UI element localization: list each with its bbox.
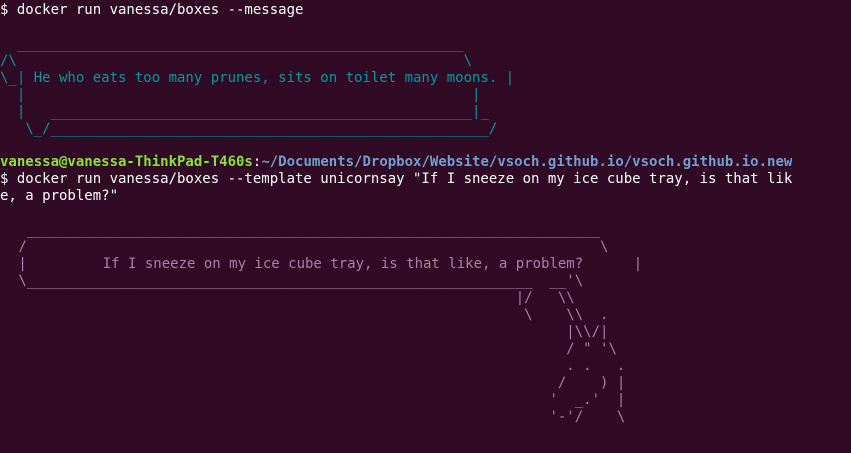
message-box-line: | | (0, 87, 481, 103)
prompt-user-host: vanessa@vanessa-ThinkPad-T460s (0, 154, 253, 170)
command-line-boxes-message: $ docker run vanessa/boxes --message (0, 2, 304, 18)
message-box-output: ________________________________________… (0, 36, 514, 138)
message-box-line: /\ \ (0, 53, 473, 69)
unicorn-box-line: '-'/ \ (10, 409, 626, 425)
message-box-line: ________________________________________… (0, 36, 464, 52)
message-box-line: | ______________________________________… (0, 104, 489, 120)
unicorn-box-line: \ \\ . (10, 307, 609, 323)
unicorn-box-line: | If I sneeze on my ice cube tray, is th… (10, 256, 643, 272)
command-line-unicornsay: $ docker run vanessa/boxes --template un… (0, 171, 793, 187)
unicorn-box-line: ________________________________________… (10, 222, 601, 238)
terminal-window[interactable]: $ docker run vanessa/boxes --message ___… (0, 0, 851, 453)
unicorn-box-line: / ) | (10, 375, 626, 391)
unicorn-box-line: \_______________________________________… (10, 273, 584, 289)
unicorn-box-line: / " '\ (10, 341, 617, 357)
unicorn-box-line: |/ \\ (10, 290, 575, 306)
unicorn-box-line: . . . (10, 358, 626, 374)
message-box-line: \_| He who eats too many prunes, sits on… (0, 70, 515, 86)
unicorn-box-output: ________________________________________… (10, 222, 642, 426)
shell-prompt: vanessa@vanessa-ThinkPad-T460s:~/Documen… (0, 154, 792, 171)
message-box-line: \_/_____________________________________… (0, 121, 498, 137)
prompt-path: ~/Documents/Dropbox/Website/vsoch.github… (261, 154, 793, 170)
unicorn-box-line: ' _.' | (10, 392, 626, 408)
unicorn-box-line: / \ (10, 239, 609, 255)
command-line-unicornsay-wrap: e, a problem?" (0, 188, 119, 204)
unicorn-box-line: |\\/| (10, 324, 609, 340)
